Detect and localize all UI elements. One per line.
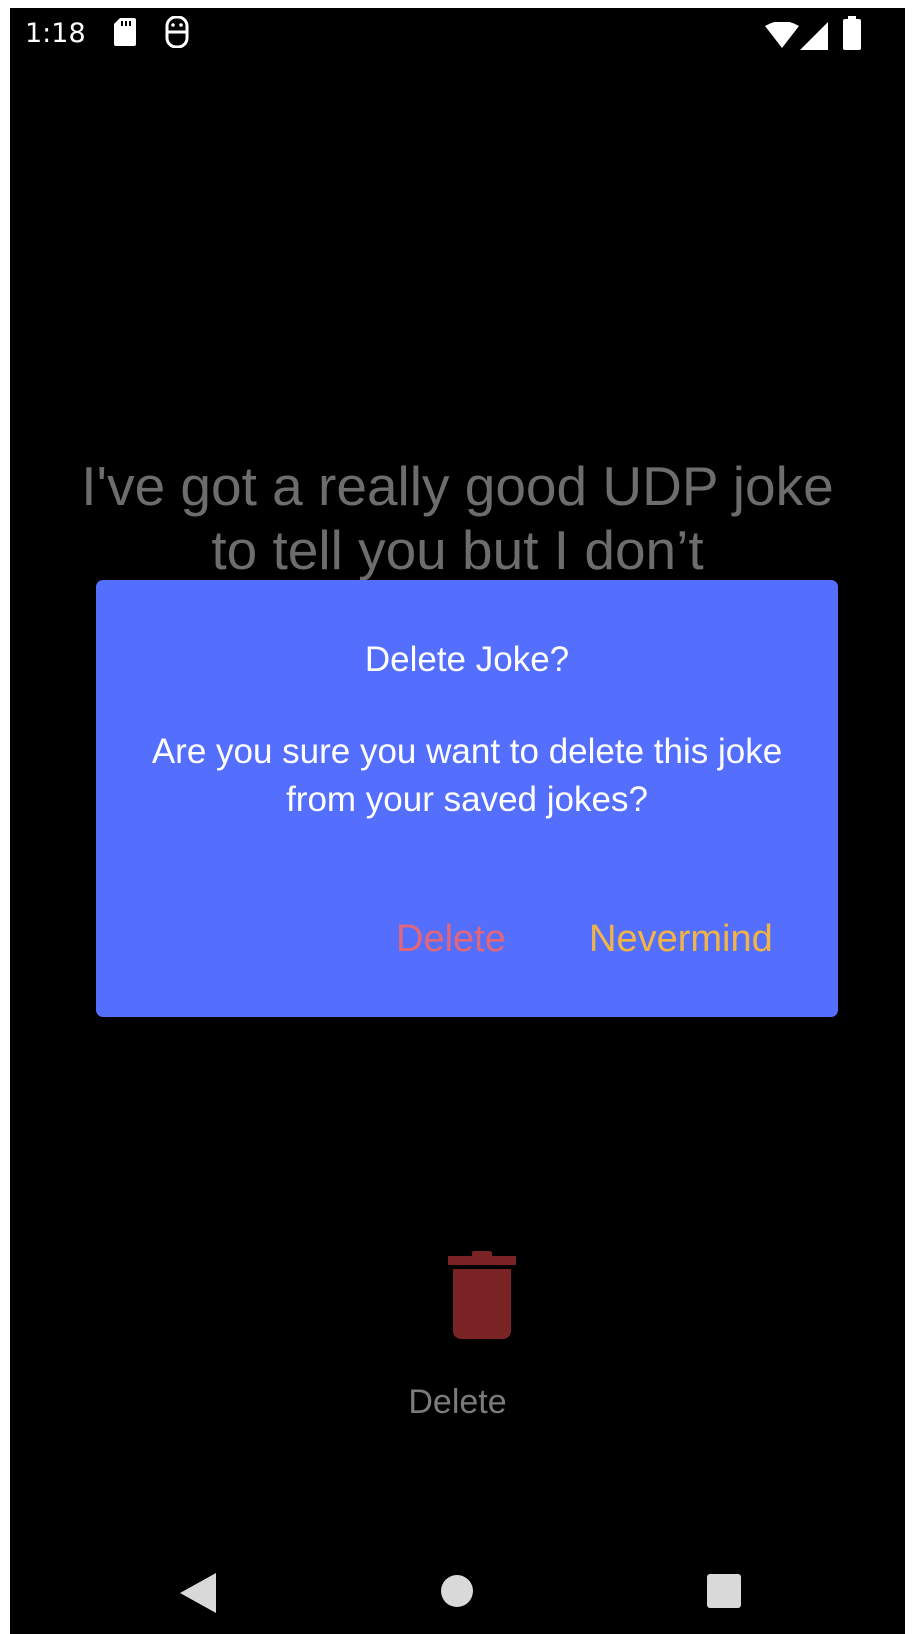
status-time: 1:18 — [25, 18, 86, 49]
dialog-message: Are you sure you want to delete this jok… — [151, 732, 783, 819]
dialog-delete-button[interactable]: Delete — [396, 918, 506, 961]
back-icon[interactable] — [180, 1573, 216, 1613]
delete-action-label[interactable]: Delete — [310, 1383, 605, 1422]
s-notification-icon — [165, 16, 189, 48]
battery-icon — [843, 16, 861, 50]
home-icon[interactable] — [440, 1574, 474, 1608]
dialog-nevermind-button[interactable]: Nevermind — [589, 918, 773, 961]
trash-icon[interactable] — [448, 1251, 516, 1339]
signal-icon — [800, 22, 828, 50]
sd-card-icon — [114, 18, 136, 46]
app-screen: 1:18 I've got a really good UDP joke to … — [10, 8, 905, 1634]
wifi-icon — [765, 22, 799, 48]
recents-icon[interactable] — [707, 1574, 741, 1608]
joke-text: I've got a really good UDP joke to tell … — [81, 455, 834, 581]
delete-joke-dialog: Delete Joke? Are you sure you want to de… — [96, 580, 838, 1017]
dialog-title: Delete Joke? — [364, 640, 570, 679]
status-bar: 1:18 — [10, 8, 905, 58]
